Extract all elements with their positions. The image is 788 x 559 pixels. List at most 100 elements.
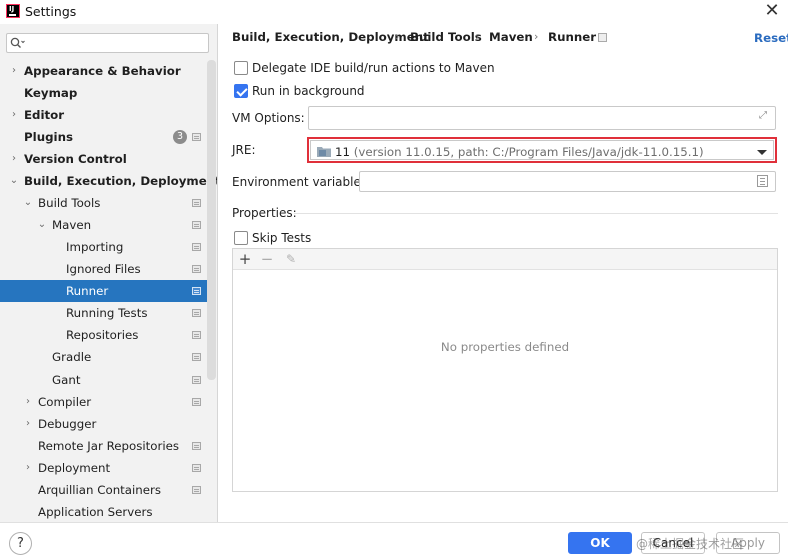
chevron-right-icon: › [26,462,30,473]
chevron-down-icon: ⌄ [9,175,19,186]
sidebar-item-label: Editor [24,108,65,122]
chevron-right-icon: › [12,65,16,76]
project-scope-icon [192,442,201,450]
sidebar-item-gant[interactable]: Gant [0,369,207,391]
env-variables-field[interactable] [359,171,776,192]
sidebar-item-plugins[interactable]: Plugins 3 [0,126,207,148]
sidebar-item-version-control[interactable]: › Version Control [0,148,207,170]
breadcrumb-separator: › [395,30,400,43]
properties-divider [294,213,778,214]
sidebar-item-compiler[interactable]: › Compiler [0,391,207,413]
chevron-down-icon: ⌄ [37,219,47,230]
plugins-update-badge: 3 [173,130,187,144]
add-icon[interactable]: + [236,250,254,268]
properties-table: + − ✎ No properties defined [232,248,778,492]
sidebar-item-label: Debugger [38,417,97,431]
sidebar-item-label: Gradle [52,350,92,364]
jre-dropdown[interactable]: 11 (version 11.0.15, path: C:/Program Fi… [307,137,777,163]
sidebar-item-label: Remote Jar Repositories [38,439,180,453]
jre-detail: (version 11.0.15, path: C:/Program Files… [353,145,704,159]
breadcrumb-separator: › [534,30,539,43]
chevron-right-icon: › [26,418,30,429]
run-in-background-checkbox[interactable] [234,84,248,98]
sidebar-item-application-servers[interactable]: Application Servers [0,501,207,522]
sidebar-item-label: Gant [52,373,81,387]
sidebar-item-remote-jar-repositories[interactable]: Remote Jar Repositories [0,435,207,457]
ok-button[interactable]: OK [568,532,632,554]
dialog-footer: ? OK Cancel Apply @稀土掘金技术社区 [0,522,788,559]
dropdown-arrow-icon[interactable] [757,150,767,155]
sidebar-item-label: Importing [66,240,124,254]
sidebar-item-appearance-behavior[interactable]: › Appearance & Behavior [0,60,207,82]
jre-value: 11 (version 11.0.15, path: C:/Program Fi… [335,145,704,159]
sidebar-item-label: Build, Execution, Deployment [24,174,218,188]
project-scope-icon [192,199,201,207]
sidebar-item-label: Build Tools [38,196,101,210]
sidebar-item-label: Repositories [66,328,139,342]
sidebar-item-keymap[interactable]: Keymap [0,82,207,104]
sidebar-item-debugger[interactable]: › Debugger [0,413,207,435]
watermark: @稀土掘金技术社区 [636,537,745,551]
expand-icon[interactable]: ⤢ [759,111,769,121]
env-list-icon[interactable] [757,175,768,187]
properties-empty-text: No properties defined [440,340,570,354]
help-icon[interactable]: ? [9,532,32,555]
jre-dropdown-inner: 11 (version 11.0.15, path: C:/Program Fi… [310,140,774,160]
sidebar-item-label: Application Servers [38,505,153,519]
skip-tests-checkbox[interactable] [234,231,248,245]
reset-link[interactable]: Reset [754,31,788,45]
sidebar-item-build-tools[interactable]: ⌄ Build Tools [0,192,207,214]
breadcrumb-item: Runner [548,30,597,44]
project-scope-icon [192,287,201,295]
title-bar: IJ Settings ✕ [0,0,788,24]
project-scope-icon [192,133,201,141]
edit-icon[interactable]: ✎ [282,250,300,268]
skip-tests-label: Skip Tests [252,231,312,245]
sidebar-item-label: Plugins [24,130,73,144]
project-scope-icon [192,353,201,361]
sidebar-item-editor[interactable]: › Editor [0,104,207,126]
project-scope-icon [192,309,201,317]
properties-toolbar: + − ✎ [233,249,777,270]
sidebar-item-label: Runner [66,284,109,298]
sidebar-item-gradle[interactable]: Gradle [0,346,207,368]
sidebar-item-running-tests[interactable]: Running Tests [0,302,207,324]
remove-icon[interactable]: − [258,250,276,268]
sidebar-item-importing[interactable]: Importing [0,236,207,258]
project-scope-icon [192,243,201,251]
search-field[interactable] [6,33,209,53]
run-in-background-label: Run in background [252,84,365,98]
sidebar-item-label: Arquillian Containers [38,483,162,497]
settings-sidebar: › Appearance & Behavior Keymap › Editor … [0,24,218,522]
sidebar-item-runner[interactable]: Runner [0,280,207,302]
chevron-right-icon: › [12,153,16,164]
sidebar-item-ignored-files[interactable]: Ignored Files [0,258,207,280]
sidebar-item-label: Version Control [24,152,127,166]
sidebar-item-label: Compiler [38,395,92,409]
breadcrumb-item: Maven [489,30,533,44]
env-variables-label: Environment variables: [232,175,372,189]
sidebar-item-label: Ignored Files [66,262,141,276]
sidebar-item-maven[interactable]: ⌄ Maven [0,214,207,236]
breadcrumb-item: Build Tools [410,30,482,44]
project-scope-icon [192,221,201,229]
project-scope-icon [598,33,607,42]
project-scope-icon [192,464,201,472]
sidebar-item-deployment[interactable]: › Deployment [0,457,207,479]
chevron-right-icon: › [12,109,16,120]
search-input[interactable] [31,35,206,51]
delegate-build-checkbox[interactable] [234,61,248,75]
close-icon[interactable]: ✕ [764,2,780,20]
sidebar-item-label: Maven [52,218,92,232]
properties-label: Properties: [232,206,297,220]
sidebar-item-label: Keymap [24,86,78,100]
delegate-build-label: Delegate IDE build/run actions to Maven [252,61,495,75]
sidebar-item-label: Appearance & Behavior [24,64,181,78]
project-scope-icon [192,265,201,273]
vm-options-field[interactable]: ⤢ [308,106,776,130]
sidebar-item-repositories[interactable]: Repositories [0,324,207,346]
sidebar-item-build-execution-deployment[interactable]: ⌄ Build, Execution, Deployment [0,170,217,192]
sidebar-item-arquillian-containers[interactable]: Arquillian Containers [0,479,207,501]
folder-icon [317,147,331,157]
sidebar-scrollbar[interactable] [207,60,216,380]
